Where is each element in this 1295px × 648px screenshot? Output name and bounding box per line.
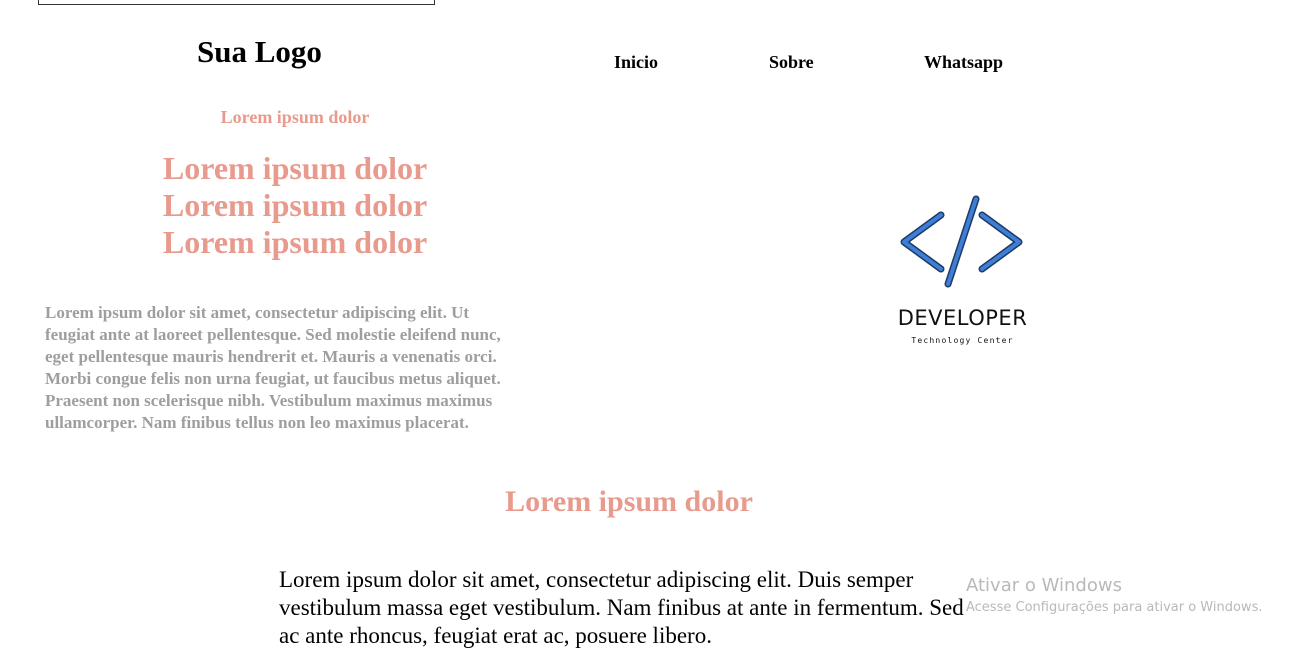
developer-logo-subtitle: Technology Center (911, 336, 1014, 345)
code-brackets-icon (900, 195, 1023, 288)
section-paragraph: Lorem ipsum dolor sit amet, consectetur … (279, 567, 964, 648)
section-title: Lorem ipsum dolor (505, 485, 753, 518)
windows-activation-title: Ativar o Windows (966, 575, 1122, 596)
windows-activation-subtitle: Acesse Configurações para ativar o Windo… (966, 600, 1263, 615)
hero-headlines: Lorem ipsum dolor Lorem ipsum dolor Lore… (0, 150, 590, 261)
windows-activation-watermark: Ativar o Windows Acesse Configurações pa… (966, 574, 1262, 618)
hero-headline-2: Lorem ipsum dolor (162, 187, 428, 223)
nav-link-whatsapp[interactable]: Whatsapp (924, 52, 1003, 73)
hero-kicker: Lorem ipsum dolor (220, 107, 370, 127)
nav-link-inicio[interactable]: Inicio (614, 52, 658, 73)
hero-headline-3: Lorem ipsum dolor (162, 224, 428, 260)
site-logo[interactable]: Sua Logo (197, 34, 322, 70)
hero-headline-1: Lorem ipsum dolor (162, 150, 428, 186)
developer-logo: DEVELOPER Technology Center (880, 188, 1045, 358)
developer-logo-title: DEVELOPER (897, 306, 1028, 330)
hero-paragraph: Lorem ipsum dolor sit amet, consectetur … (45, 303, 501, 432)
nav-link-sobre[interactable]: Sobre (769, 52, 814, 73)
cropped-input-box (38, 0, 435, 5)
